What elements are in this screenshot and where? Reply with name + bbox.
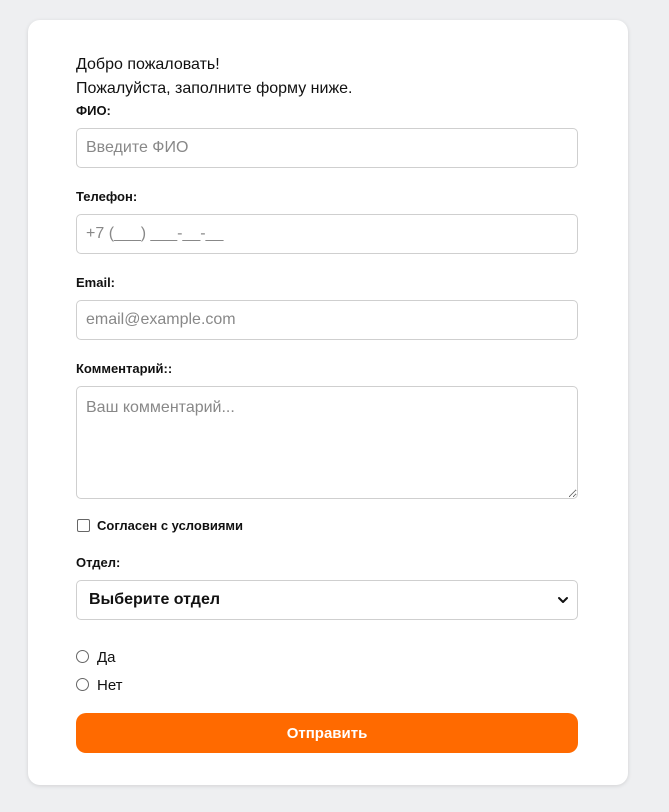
radio-no[interactable] <box>76 678 89 691</box>
form-card: Добро пожаловать! Пожалуйста, заполните … <box>28 20 628 785</box>
department-selected-value: Выберите отдел <box>89 591 221 608</box>
email-input[interactable] <box>76 300 578 340</box>
form-subtitle: Пожалуйста, заполните форму ниже. <box>76 80 353 97</box>
comment-label: Комментарий:: <box>76 361 173 376</box>
radio-no-label: Нет <box>97 677 123 694</box>
comment-textarea[interactable] <box>76 386 578 499</box>
submit-button[interactable]: Отправить <box>76 713 578 753</box>
phone-label: Телефон: <box>76 189 138 204</box>
welcome-text: Добро пожаловать! <box>76 56 220 73</box>
department-label: Отдел: <box>76 555 121 570</box>
name-input[interactable] <box>76 128 578 168</box>
name-label: ФИО: <box>76 103 111 118</box>
department-select[interactable]: Выберите отдел <box>76 580 578 620</box>
chevron-down-icon <box>558 597 568 603</box>
radio-yes[interactable] <box>76 650 89 663</box>
agree-checkbox[interactable] <box>77 519 90 532</box>
agree-label: Согласен с условиями <box>97 518 244 533</box>
email-label: Email: <box>76 275 116 290</box>
radio-yes-label: Да <box>97 649 116 666</box>
phone-input[interactable] <box>76 214 578 254</box>
